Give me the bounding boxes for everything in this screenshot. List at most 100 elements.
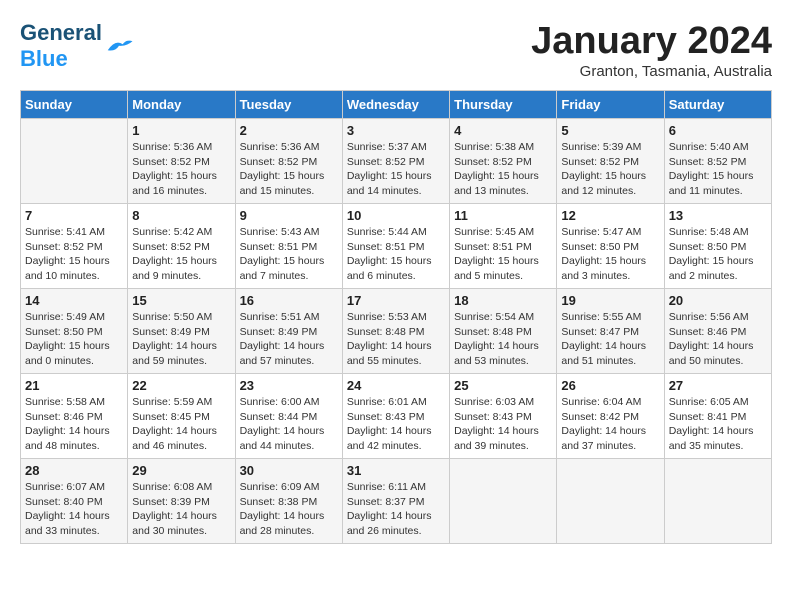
day-info: Sunrise: 5:36 AMSunset: 8:52 PMDaylight:… <box>132 140 230 199</box>
day-info: Sunrise: 5:37 AMSunset: 8:52 PMDaylight:… <box>347 140 445 199</box>
calendar-cell: 11 Sunrise: 5:45 AMSunset: 8:51 PMDayligh… <box>450 204 557 289</box>
day-info: Sunrise: 6:07 AMSunset: 8:40 PMDaylight:… <box>25 480 123 539</box>
day-number: 15 <box>132 293 230 308</box>
day-number: 2 <box>240 123 338 138</box>
week-row-1: 1 Sunrise: 5:36 AMSunset: 8:52 PMDaylight… <box>21 119 772 204</box>
day-number: 26 <box>561 378 659 393</box>
day-info: Sunrise: 6:04 AMSunset: 8:42 PMDaylight:… <box>561 395 659 454</box>
page-header: General Blue January 2024 Granton, Tasma… <box>20 20 772 80</box>
day-info: Sunrise: 5:55 AMSunset: 8:47 PMDaylight:… <box>561 310 659 369</box>
day-info: Sunrise: 5:47 AMSunset: 8:50 PMDaylight:… <box>561 225 659 284</box>
day-number: 1 <box>132 123 230 138</box>
month-title: January 2024 <box>531 20 772 63</box>
location: Granton, Tasmania, Australia <box>531 63 772 80</box>
calendar-cell: 21 Sunrise: 5:58 AMSunset: 8:46 PMDayligh… <box>21 374 128 459</box>
day-number: 30 <box>240 463 338 478</box>
calendar-cell: 28Sunrise: 6:07 AMSunset: 8:40 PMDayligh… <box>21 459 128 544</box>
calendar-cell <box>21 119 128 204</box>
day-info: Sunrise: 5:38 AMSunset: 8:52 PMDaylight:… <box>454 140 552 199</box>
calendar-cell <box>450 459 557 544</box>
day-info: Sunrise: 6:08 AMSunset: 8:39 PMDaylight:… <box>132 480 230 539</box>
day-info: Sunrise: 5:41 AMSunset: 8:52 PMDaylight:… <box>25 225 123 284</box>
day-info: Sunrise: 5:59 AMSunset: 8:45 PMDaylight:… <box>132 395 230 454</box>
day-info: Sunrise: 6:00 AMSunset: 8:44 PMDaylight:… <box>240 395 338 454</box>
calendar-cell: 18Sunrise: 5:54 AMSunset: 8:48 PMDayligh… <box>450 289 557 374</box>
day-info: Sunrise: 5:58 AMSunset: 8:46 PMDaylight:… <box>25 395 123 454</box>
day-number: 11 <box>454 208 552 223</box>
day-number: 17 <box>347 293 445 308</box>
day-info: Sunrise: 6:03 AMSunset: 8:43 PMDaylight:… <box>454 395 552 454</box>
calendar-table: SundayMondayTuesdayWednesdayThursdayFrid… <box>20 90 772 544</box>
day-info: Sunrise: 5:39 AMSunset: 8:52 PMDaylight:… <box>561 140 659 199</box>
day-info: Sunrise: 5:48 AMSunset: 8:50 PMDaylight:… <box>669 225 767 284</box>
day-header-wednesday: Wednesday <box>342 91 449 119</box>
calendar-cell: 26 Sunrise: 6:04 AMSunset: 8:42 PMDayligh… <box>557 374 664 459</box>
calendar-cell: 1 Sunrise: 5:36 AMSunset: 8:52 PMDaylight… <box>128 119 235 204</box>
calendar-cell: 16Sunrise: 5:51 AMSunset: 8:49 PMDayligh… <box>235 289 342 374</box>
day-number: 25 <box>454 378 552 393</box>
calendar-cell: 25 Sunrise: 6:03 AMSunset: 8:43 PMDayligh… <box>450 374 557 459</box>
week-row-4: 21 Sunrise: 5:58 AMSunset: 8:46 PMDayligh… <box>21 374 772 459</box>
day-number: 20 <box>669 293 767 308</box>
calendar-cell: 15Sunrise: 5:50 AMSunset: 8:49 PMDayligh… <box>128 289 235 374</box>
day-number: 5 <box>561 123 659 138</box>
day-number: 13 <box>669 208 767 223</box>
day-number: 9 <box>240 208 338 223</box>
calendar-cell: 10Sunrise: 5:44 AMSunset: 8:51 PMDayligh… <box>342 204 449 289</box>
day-info: Sunrise: 5:53 AMSunset: 8:48 PMDaylight:… <box>347 310 445 369</box>
calendar-header: SundayMondayTuesdayWednesdayThursdayFrid… <box>21 91 772 119</box>
week-row-2: 7Sunrise: 5:41 AMSunset: 8:52 PMDaylight… <box>21 204 772 289</box>
day-number: 8 <box>132 208 230 223</box>
day-info: Sunrise: 5:49 AMSunset: 8:50 PMDaylight:… <box>25 310 123 369</box>
day-header-tuesday: Tuesday <box>235 91 342 119</box>
day-number: 27 <box>669 378 767 393</box>
calendar-cell: 27 Sunrise: 6:05 AMSunset: 8:41 PMDayligh… <box>664 374 771 459</box>
day-info: Sunrise: 5:43 AMSunset: 8:51 PMDaylight:… <box>240 225 338 284</box>
title-block: January 2024 Granton, Tasmania, Australi… <box>531 20 772 80</box>
day-number: 6 <box>669 123 767 138</box>
calendar-cell: 31 Sunrise: 6:11 AMSunset: 8:37 PMDayligh… <box>342 459 449 544</box>
calendar-cell <box>557 459 664 544</box>
day-info: Sunrise: 6:09 AMSunset: 8:38 PMDaylight:… <box>240 480 338 539</box>
day-number: 21 <box>25 378 123 393</box>
calendar-cell: 24Sunrise: 6:01 AMSunset: 8:43 PMDayligh… <box>342 374 449 459</box>
day-info: Sunrise: 5:54 AMSunset: 8:48 PMDaylight:… <box>454 310 552 369</box>
day-info: Sunrise: 5:36 AMSunset: 8:52 PMDaylight:… <box>240 140 338 199</box>
logo: General Blue <box>20 20 134 72</box>
day-header-friday: Friday <box>557 91 664 119</box>
day-info: Sunrise: 5:45 AMSunset: 8:51 PMDaylight:… <box>454 225 552 284</box>
calendar-cell: 19 Sunrise: 5:55 AMSunset: 8:47 PMDayligh… <box>557 289 664 374</box>
calendar-cell: 6 Sunrise: 5:40 AMSunset: 8:52 PMDaylight… <box>664 119 771 204</box>
calendar-cell: 9 Sunrise: 5:43 AMSunset: 8:51 PMDaylight… <box>235 204 342 289</box>
day-info: Sunrise: 5:56 AMSunset: 8:46 PMDaylight:… <box>669 310 767 369</box>
calendar-cell: 8 Sunrise: 5:42 AMSunset: 8:52 PMDaylight… <box>128 204 235 289</box>
day-info: Sunrise: 5:42 AMSunset: 8:52 PMDaylight:… <box>132 225 230 284</box>
day-number: 14 <box>25 293 123 308</box>
calendar-cell: 3 Sunrise: 5:37 AMSunset: 8:52 PMDaylight… <box>342 119 449 204</box>
day-header-monday: Monday <box>128 91 235 119</box>
week-row-5: 28Sunrise: 6:07 AMSunset: 8:40 PMDayligh… <box>21 459 772 544</box>
day-header-sunday: Sunday <box>21 91 128 119</box>
calendar-cell: 7Sunrise: 5:41 AMSunset: 8:52 PMDaylight… <box>21 204 128 289</box>
calendar-cell: 5 Sunrise: 5:39 AMSunset: 8:52 PMDaylight… <box>557 119 664 204</box>
day-number: 16 <box>240 293 338 308</box>
day-number: 4 <box>454 123 552 138</box>
calendar-cell: 13 Sunrise: 5:48 AMSunset: 8:50 PMDayligh… <box>664 204 771 289</box>
calendar-cell <box>664 459 771 544</box>
calendar-cell: 4 Sunrise: 5:38 AMSunset: 8:52 PMDaylight… <box>450 119 557 204</box>
calendar-cell: 17 Sunrise: 5:53 AMSunset: 8:48 PMDayligh… <box>342 289 449 374</box>
day-number: 19 <box>561 293 659 308</box>
day-number: 31 <box>347 463 445 478</box>
day-header-saturday: Saturday <box>664 91 771 119</box>
day-number: 3 <box>347 123 445 138</box>
day-info: Sunrise: 5:40 AMSunset: 8:52 PMDaylight:… <box>669 140 767 199</box>
day-info: Sunrise: 6:11 AMSunset: 8:37 PMDaylight:… <box>347 480 445 539</box>
calendar-cell: 30 Sunrise: 6:09 AMSunset: 8:38 PMDayligh… <box>235 459 342 544</box>
calendar-cell: 2 Sunrise: 5:36 AMSunset: 8:52 PMDaylight… <box>235 119 342 204</box>
day-info: Sunrise: 6:01 AMSunset: 8:43 PMDaylight:… <box>347 395 445 454</box>
day-info: Sunrise: 6:05 AMSunset: 8:41 PMDaylight:… <box>669 395 767 454</box>
day-number: 29 <box>132 463 230 478</box>
calendar-cell: 23Sunrise: 6:00 AMSunset: 8:44 PMDayligh… <box>235 374 342 459</box>
day-number: 10 <box>347 208 445 223</box>
day-number: 22 <box>132 378 230 393</box>
